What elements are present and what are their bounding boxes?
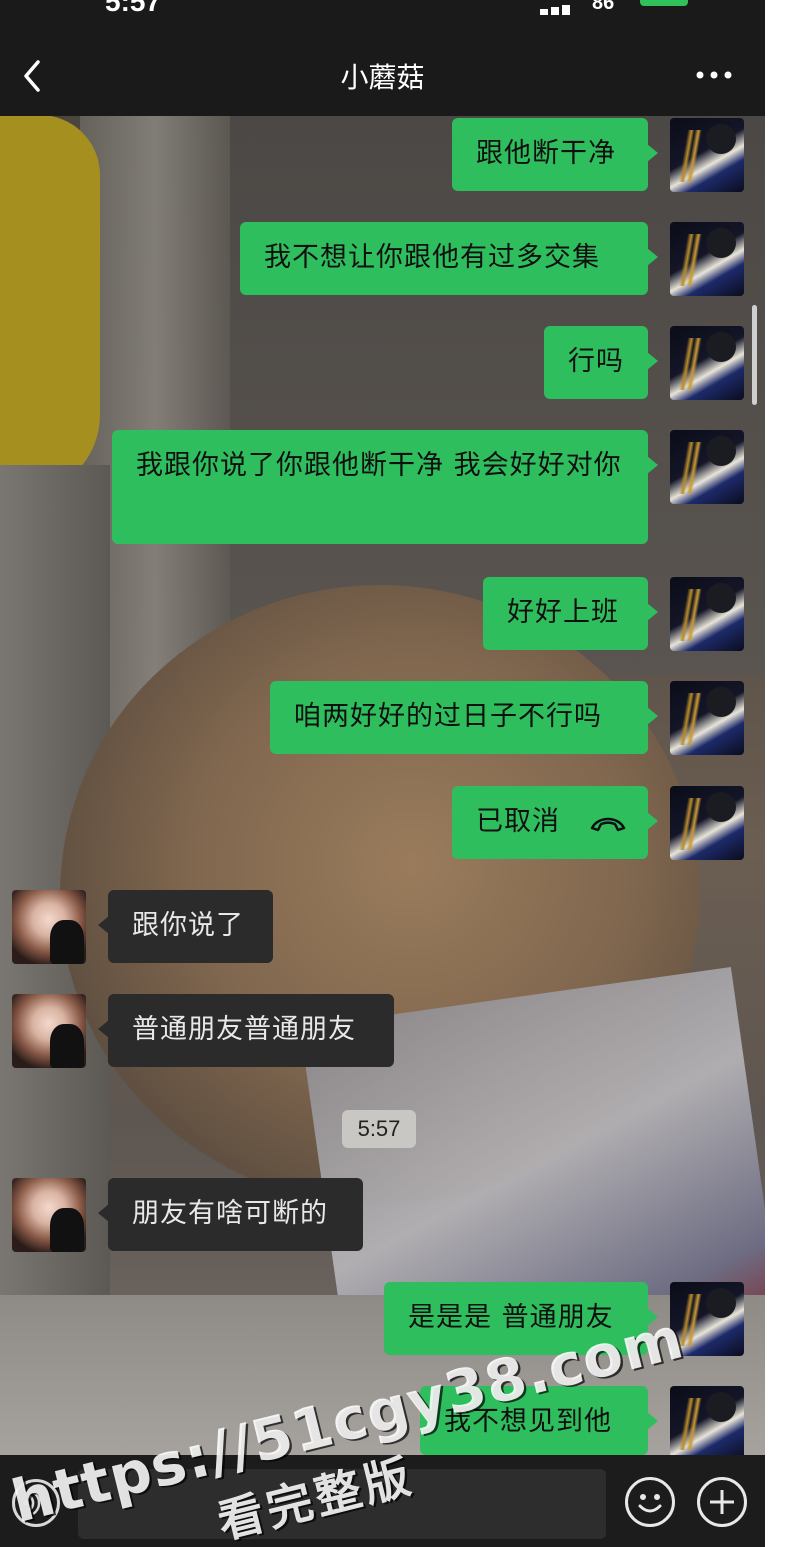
contact-avatar[interactable] bbox=[12, 1178, 86, 1252]
my-avatar[interactable] bbox=[670, 1386, 744, 1460]
my-avatar[interactable] bbox=[670, 430, 744, 504]
chat-background-image bbox=[0, 115, 765, 1455]
message-text: 好好上班 bbox=[507, 597, 619, 628]
message-bubble[interactable]: 我不想让你跟他有过多交集 bbox=[240, 222, 658, 295]
status-time: 5:57 bbox=[105, 0, 162, 17]
message-text: 我跟你说了你跟他断干净 我会好好对你 bbox=[136, 450, 622, 481]
plus-button[interactable] bbox=[697, 1477, 747, 1527]
more-dots-icon bbox=[696, 71, 732, 79]
contact-avatar[interactable] bbox=[12, 890, 86, 964]
more-button[interactable] bbox=[690, 60, 740, 90]
emoji-icon bbox=[638, 1494, 662, 1513]
message-text: 行吗 bbox=[568, 346, 624, 377]
scrollbar[interactable] bbox=[752, 305, 757, 405]
battery-icon bbox=[640, 0, 688, 6]
chat-title: 小蘑菇 bbox=[340, 61, 425, 94]
my-avatar[interactable] bbox=[670, 222, 744, 296]
message-bubble[interactable]: 朋友有啥可断的 bbox=[98, 1178, 363, 1251]
my-avatar[interactable] bbox=[670, 577, 744, 651]
phone-hangup-icon bbox=[590, 817, 626, 832]
battery-level: 86 bbox=[592, 0, 615, 14]
message-bubble[interactable]: 跟他断干净 bbox=[452, 118, 658, 191]
message-bubble[interactable]: 咱两好好的过日子不行吗 bbox=[270, 681, 658, 754]
message-timestamp: 5:57 bbox=[342, 1110, 416, 1148]
my-avatar[interactable] bbox=[670, 118, 744, 192]
status-bar: 5:57 86 bbox=[0, 0, 765, 36]
signal-icon bbox=[540, 0, 584, 15]
message-text: 普通朋友普通朋友 bbox=[132, 1014, 356, 1045]
message-bubble[interactable]: 行吗 bbox=[544, 326, 658, 399]
message-bubble[interactable]: 跟你说了 bbox=[98, 890, 273, 963]
message-text: 咱两好好的过日子不行吗 bbox=[294, 701, 602, 732]
emoji-button[interactable] bbox=[625, 1477, 675, 1527]
message-text: 朋友有啥可断的 bbox=[132, 1198, 328, 1229]
call-cancelled-bubble[interactable]: 已取消 bbox=[452, 786, 658, 859]
message-text: 已取消 bbox=[476, 806, 560, 837]
my-avatar[interactable] bbox=[670, 326, 744, 400]
screen-edge bbox=[765, 0, 800, 1547]
contact-avatar[interactable] bbox=[12, 994, 86, 1068]
message-bubble[interactable]: 普通朋友普通朋友 bbox=[98, 994, 394, 1067]
my-avatar[interactable] bbox=[670, 681, 744, 755]
plus-icon bbox=[710, 1490, 734, 1514]
message-text: 我不想让你跟他有过多交集 bbox=[264, 242, 600, 273]
message-text: 跟他断干净 bbox=[476, 138, 616, 169]
message-bubble[interactable]: 我跟你说了你跟他断干净 我会好好对你 bbox=[112, 430, 658, 544]
message-text: 跟你说了 bbox=[132, 910, 244, 941]
my-avatar[interactable] bbox=[670, 786, 744, 860]
message-bubble[interactable]: 好好上班 bbox=[483, 577, 658, 650]
nav-bar: 小蘑菇 bbox=[0, 36, 765, 116]
